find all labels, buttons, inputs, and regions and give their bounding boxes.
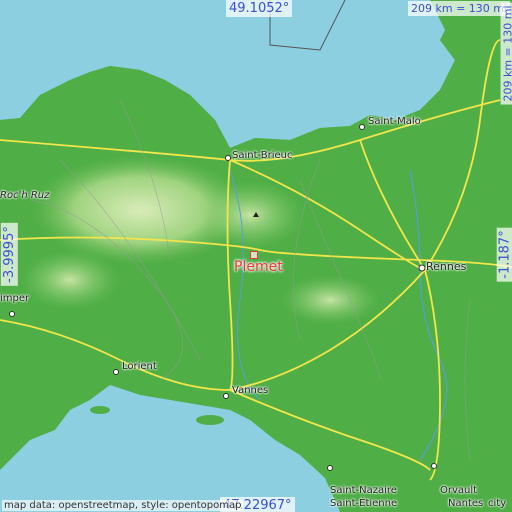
map-attribution: map data: openstreetmap, style: opentopo… — [2, 500, 244, 511]
city-label-roch-ruz: Roc'h Ruz — [0, 190, 50, 201]
place-label: Plemet — [234, 259, 283, 275]
city-label-saint-brieuc: Saint-Brieuc — [232, 150, 293, 161]
scale-label-horizontal: 209 km = 130 mi — [408, 1, 511, 16]
coord-label-left: -3.9995° — [0, 223, 18, 286]
scale-label-vertical: 209 km = 130 mi — [500, 2, 512, 105]
city-label-vannes: Vannes — [232, 385, 269, 396]
highland-lanvaux — [280, 275, 380, 325]
map-viewport[interactable]: 49.1052° 47.22967° -3.9995° -1.187° 209 … — [0, 0, 512, 512]
coord-label-top: 49.1052° — [226, 0, 293, 17]
city-label-saint-nazaire: Saint-Nazaire — [330, 485, 397, 496]
island — [90, 406, 110, 414]
place-marker[interactable] — [250, 251, 258, 259]
city-label-saint-etienne: Saint-Étienne — [330, 498, 398, 509]
city-label-saint-malo: Saint-Malo — [368, 116, 421, 127]
city-label-city: city — [488, 498, 507, 509]
island — [196, 415, 224, 425]
city-label-nantes: Nantes — [448, 498, 484, 509]
city-label-quimper: imper — [0, 293, 30, 304]
highland-west — [20, 250, 120, 310]
city-label-orvault: Orvault — [440, 485, 478, 496]
city-label-rennes: Rennes — [426, 260, 467, 273]
city-label-lorient: Lorient — [122, 361, 157, 372]
highland-mene — [195, 180, 305, 250]
coord-label-right: -1.187° — [496, 227, 512, 282]
